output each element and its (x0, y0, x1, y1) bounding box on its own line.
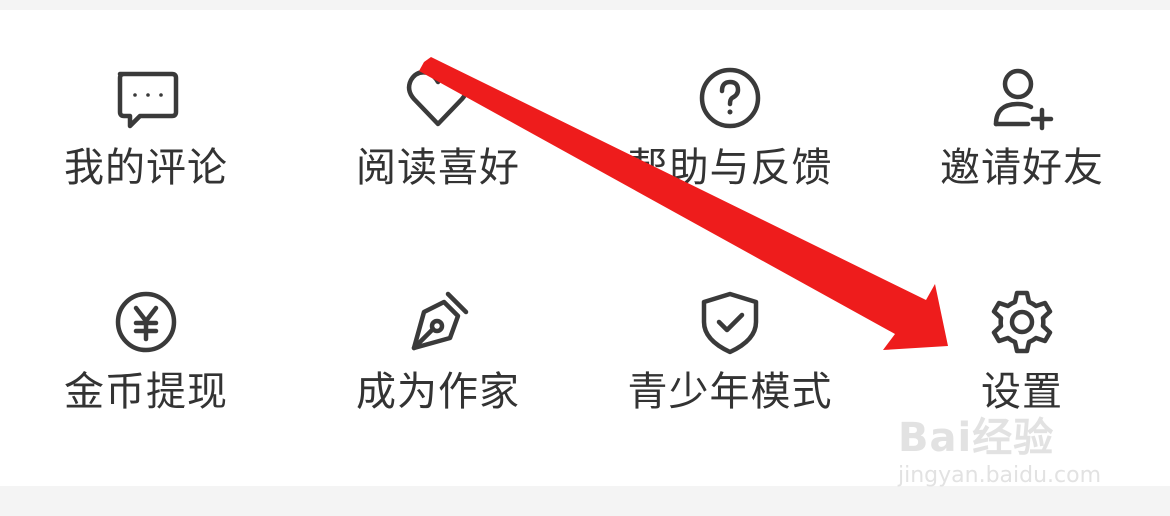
shield-check-icon (692, 284, 768, 360)
menu-item-label: 成为作家 (356, 369, 520, 415)
menu-item-reading-preference[interactable]: 阅读喜好 (292, 10, 584, 200)
menu-item-teen-mode[interactable]: 青少年模式 (584, 234, 876, 424)
add-user-icon (984, 60, 1060, 136)
pen-nib-icon (400, 284, 476, 360)
help-icon (692, 60, 768, 136)
heart-icon (400, 60, 476, 136)
watermark-url: jingyan.baidu.com (898, 463, 1102, 488)
comment-icon (108, 60, 184, 136)
gear-icon (984, 284, 1060, 360)
menu-item-label: 设置 (981, 369, 1063, 415)
menu-item-become-writer[interactable]: 成为作家 (292, 234, 584, 424)
menu-item-settings[interactable]: 设置 (876, 234, 1168, 424)
menu-item-invite-friends[interactable]: 邀请好友 (876, 10, 1168, 200)
watermark-brand: Bai经验 (898, 415, 1055, 461)
menu-item-my-comments[interactable]: 我的评论 (0, 10, 292, 200)
menu-item-label: 金币提现 (64, 369, 228, 415)
menu-item-label: 阅读喜好 (356, 145, 520, 191)
menu-item-label: 我的评论 (64, 145, 228, 191)
menu-item-help-feedback[interactable]: 帮助与反馈 (584, 10, 876, 200)
menu-item-label: 帮助与反馈 (627, 145, 833, 191)
watermark: Bai经验 jingyan.baidu.com (898, 416, 1118, 496)
menu-item-label: 邀请好友 (940, 145, 1104, 191)
yuan-coin-icon (108, 284, 184, 360)
menu-item-coin-withdraw[interactable]: 金币提现 (0, 234, 292, 424)
menu-item-label: 青少年模式 (627, 369, 833, 415)
